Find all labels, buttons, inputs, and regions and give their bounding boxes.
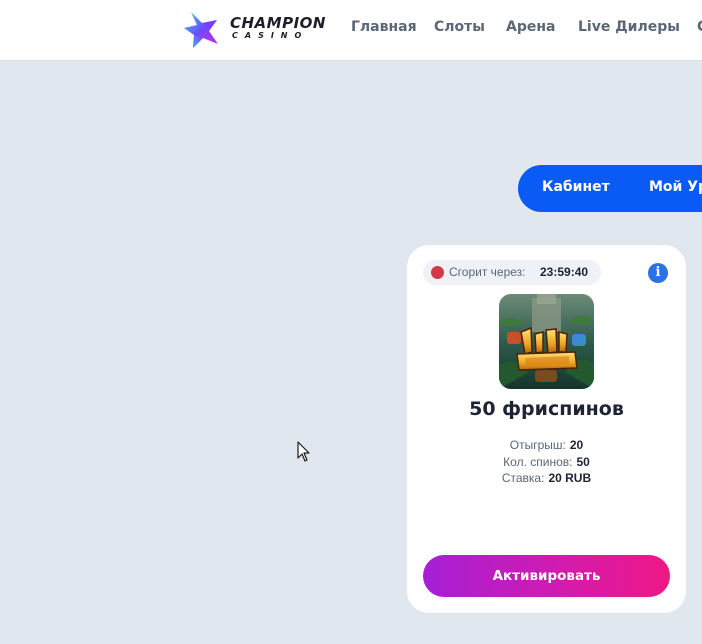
- nav-item-home[interactable]: Главная: [351, 19, 417, 35]
- tab-cabinet[interactable]: Кабинет: [542, 179, 610, 195]
- nav-item-slots[interactable]: Слоты: [434, 19, 485, 35]
- stat-label: Ставка:: [501, 471, 545, 485]
- stat-value: 20 RUB: [548, 471, 592, 485]
- mouse-cursor-icon: [297, 441, 310, 462]
- bonus-stats: Отыгрыш: 20 Кол. спинов: 50 Ставка: 20 RUB: [407, 438, 686, 488]
- info-icon[interactable]: i: [648, 263, 668, 283]
- bonus-card: Сгорит через: 23:59:40 i 50 фриспинов От…: [407, 245, 686, 613]
- nav-item-more[interactable]: С: [697, 19, 702, 35]
- stat-bet: Ставка: 20 RUB: [407, 471, 686, 488]
- stat-value: 20: [569, 438, 584, 452]
- star-logo-icon: [184, 12, 218, 48]
- logo-main-text: CHAMPION: [230, 14, 326, 32]
- logo-sub-text: CASINO: [232, 31, 309, 40]
- expiry-timer: Сгорит через: 23:59:40: [423, 260, 601, 285]
- stat-wager: Отыгрыш: 20: [407, 438, 686, 455]
- red-dot-icon: [431, 266, 444, 279]
- nav-item-live-dealers[interactable]: Live Дилеры: [578, 19, 680, 35]
- site-header: CHAMPION CASINO Главная Слоты Арена Live…: [0, 0, 702, 61]
- timer-value: 23:59:40: [540, 265, 589, 279]
- stat-label: Кол. спинов:: [503, 454, 573, 469]
- tiki-tumble-image: [499, 294, 594, 389]
- nav-item-arena[interactable]: Арена: [506, 19, 555, 35]
- stat-spin-count: Кол. спинов: 50: [407, 455, 686, 472]
- stat-value: 50: [576, 454, 590, 469]
- timer-label: Сгорит через:: [449, 265, 526, 279]
- activate-button[interactable]: Активировать: [423, 555, 670, 597]
- page: CHAMPION CASINO Главная Слоты Арена Live…: [0, 0, 702, 644]
- cabinet-tabs: Кабинет Мой Ур: [518, 165, 702, 212]
- tab-my-level[interactable]: Мой Ур: [649, 179, 702, 195]
- logo-wordmark: CHAMPION CASINO: [230, 15, 326, 41]
- stat-label: Отыгрыш:: [509, 438, 566, 452]
- bonus-title: 50 фриспинов: [469, 398, 624, 420]
- champion-casino-logo[interactable]: CHAMPION CASINO: [182, 10, 332, 50]
- game-thumbnail: [499, 294, 594, 389]
